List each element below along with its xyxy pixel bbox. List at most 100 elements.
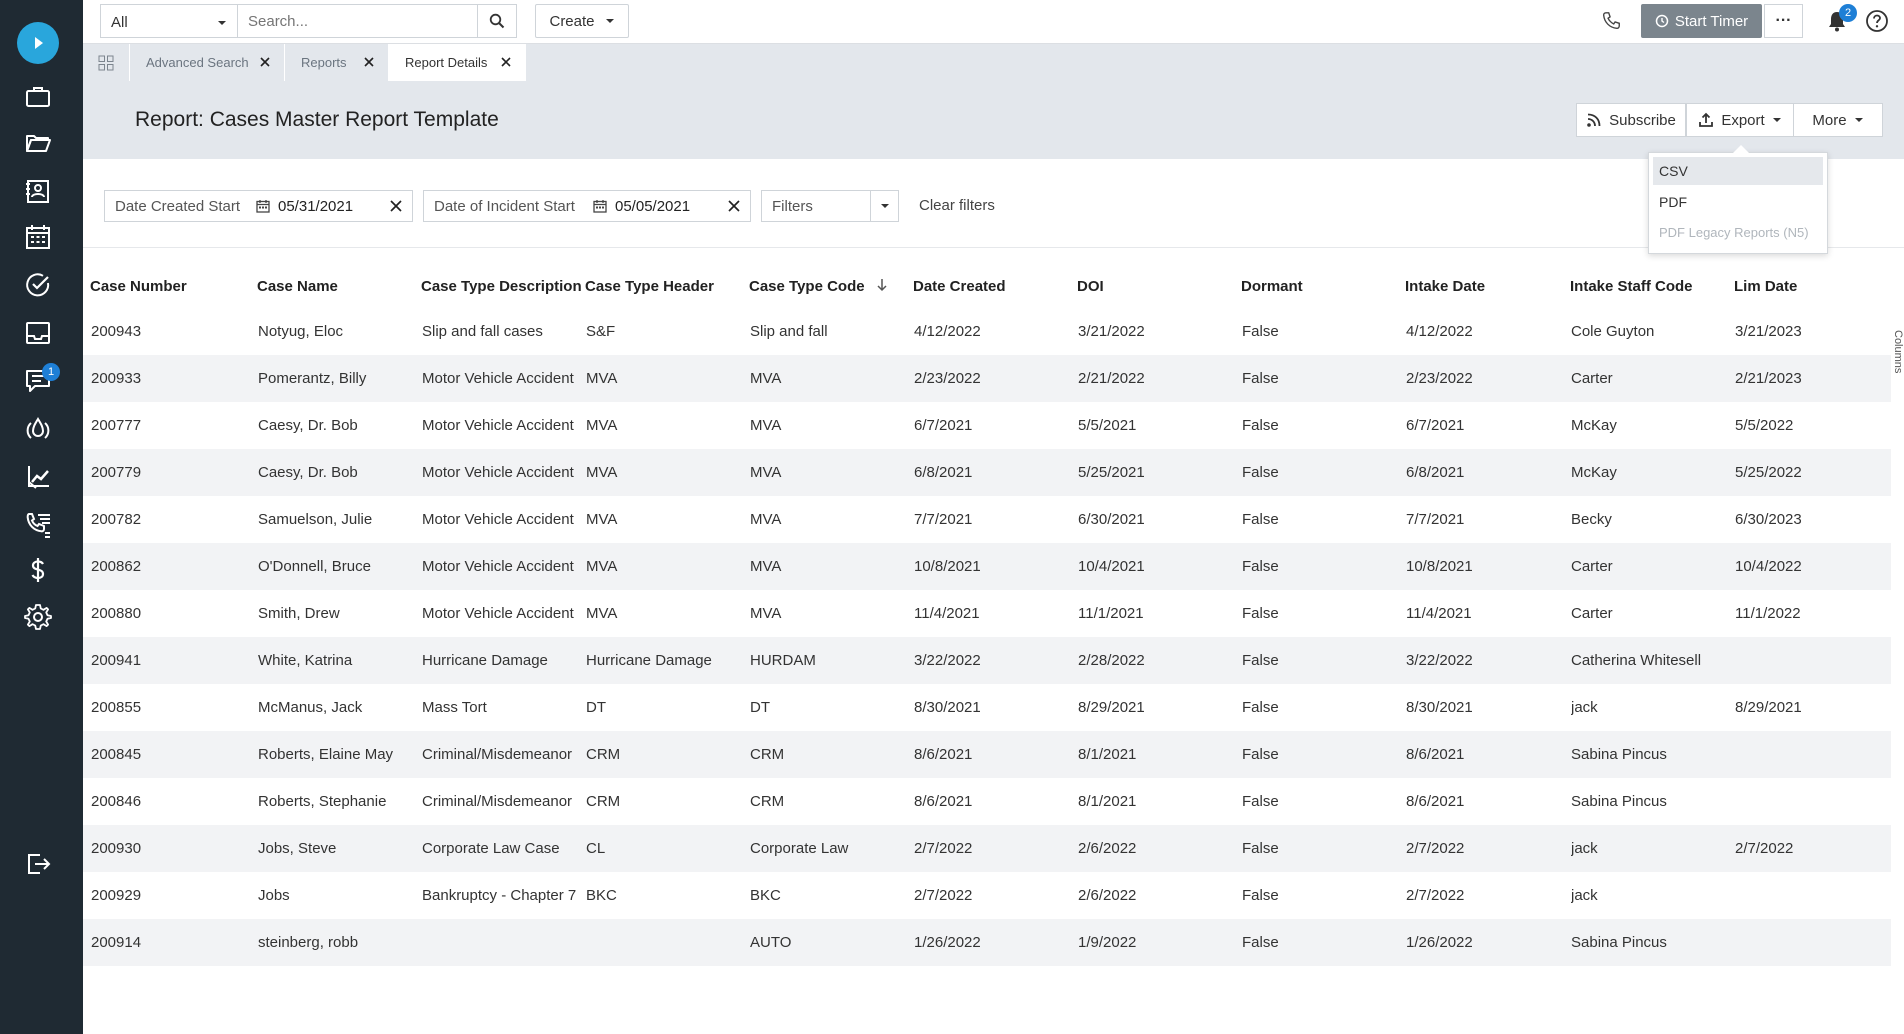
search-scope-value: All [111, 14, 128, 31]
close-icon[interactable] [499, 55, 513, 69]
date-created-start-value-wrap: 05/31/2021 [256, 198, 353, 215]
table-row[interactable]: 200846 Roberts, Stephanie Criminal/Misdeme… [83, 778, 1891, 825]
sidebar-item-phone-list[interactable] [0, 505, 76, 545]
table-row[interactable]: 200929 Jobs Bankruptcy - Chapter 7 BKC BKC 2/… [83, 872, 1891, 919]
close-icon[interactable] [362, 55, 376, 69]
logout-icon [28, 854, 51, 874]
table-cell: jack [1571, 840, 1598, 857]
column-header[interactable]: DOI [1077, 266, 1237, 313]
table-row[interactable]: 200914 steinberg, robb AUTO 1/26/2022 1/9/20… [83, 919, 1891, 966]
phone-icon[interactable] [1600, 10, 1622, 37]
columns-panel-tab[interactable]: Columns [1893, 330, 1904, 406]
column-header[interactable]: Case Type Description [421, 266, 583, 313]
clear-date-created-icon[interactable] [388, 198, 404, 214]
export-csv-option[interactable]: CSV [1653, 157, 1823, 185]
filters-select[interactable]: Filters [761, 190, 899, 222]
tab-advanced-search[interactable]: Advanced Search [130, 44, 285, 81]
table-cell: 200943 [91, 323, 142, 340]
clear-date-of-incident-icon[interactable] [726, 198, 742, 214]
table-cell: McManus, Jack [258, 699, 363, 716]
sidebar-item-contact-card[interactable] [0, 171, 76, 211]
table-row[interactable]: 200943 Notyug, Eloc Slip and fall cases S&F… [83, 308, 1891, 355]
sidebar-item-inbox[interactable] [0, 313, 76, 353]
column-header[interactable]: Case Type Code [749, 266, 909, 313]
table-cell: Notyug, Eloc [258, 323, 344, 340]
column-header-label: Date Created [913, 278, 1006, 295]
table-cell: 2/7/2022 [1406, 887, 1465, 904]
column-header[interactable]: Case Name [257, 266, 417, 313]
play-logo-icon[interactable] [17, 22, 59, 64]
help-icon[interactable] [1865, 9, 1889, 38]
column-header[interactable]: Intake Staff Code [1570, 266, 1730, 313]
table-row[interactable]: 200933 Pomerantz, Billy Motor Vehicle Acci… [83, 355, 1891, 402]
column-header[interactable]: Case Type Header [585, 266, 745, 313]
search-scope-select[interactable]: All [100, 4, 237, 38]
export-pdf-option[interactable]: PDF [1653, 188, 1823, 216]
table-row[interactable]: 200880 Smith, Drew Motor Vehicle Accident M… [83, 590, 1891, 637]
table-cell: BKC [586, 887, 617, 904]
table-cell: CRM [586, 746, 621, 763]
column-header-label: Lim Date [1734, 278, 1798, 295]
export-button[interactable]: Export [1686, 103, 1794, 137]
more-options-button[interactable]: ··· [1764, 4, 1803, 38]
table-cell: MVA [750, 370, 782, 387]
table-cell: 200880 [91, 605, 142, 622]
tab-reports[interactable]: Reports [285, 44, 389, 81]
table-cell: 5/5/2021 [1078, 417, 1137, 434]
create-button[interactable]: Create [535, 4, 629, 38]
calendar-icon[interactable] [593, 199, 607, 213]
sidebar-item-drop[interactable] [0, 409, 76, 449]
start-timer-label: Start Timer [1674, 12, 1749, 30]
caret-down-icon [605, 19, 614, 23]
table-cell: 200845 [91, 746, 142, 763]
table-cell: 2/7/2022 [914, 887, 973, 904]
sidebar-item-gear[interactable] [0, 597, 76, 637]
table-row[interactable]: 200855 McManus, Jack Mass Tort DT DT 8/30/202… [83, 684, 1891, 731]
clear-filters-link[interactable]: Clear filters [919, 197, 995, 214]
more-button[interactable]: More [1793, 103, 1883, 137]
grid-icon[interactable] [83, 44, 130, 81]
table-cell: 200930 [91, 840, 142, 857]
column-header[interactable]: Case Number [90, 266, 250, 313]
sidebar-item-check-circle[interactable] [0, 265, 76, 305]
table-cell: 2/28/2022 [1078, 652, 1145, 669]
table-row[interactable]: 200779 Caesy, Dr. Bob Motor Vehicle Accide… [83, 449, 1891, 496]
subscribe-button[interactable]: Subscribe [1576, 103, 1686, 137]
date-created-start-field[interactable]: Date Created Start 05/31/2021 [104, 190, 413, 222]
table-cell: 10/4/2021 [1078, 558, 1145, 575]
table-cell: 6/30/2023 [1735, 511, 1802, 528]
sidebar-item-dollar[interactable] [0, 550, 76, 590]
sidebar-item-briefcase[interactable] [0, 77, 76, 117]
tab-report-details[interactable]: Report Details [389, 44, 526, 81]
search-button[interactable] [478, 4, 517, 38]
table-row[interactable]: 200862 O'Donnell, Bruce Motor Vehicle Acci… [83, 543, 1891, 590]
column-header[interactable]: Lim Date [1734, 266, 1884, 313]
sort-arrow-down-icon[interactable] [875, 277, 889, 293]
subscribe-label: Subscribe [1609, 111, 1676, 129]
column-header[interactable]: Dormant [1241, 266, 1401, 313]
table-row[interactable]: 200941 White, Katrina Hurricane Damage Hurr… [83, 637, 1891, 684]
close-icon[interactable] [258, 55, 272, 69]
column-header[interactable]: Intake Date [1405, 266, 1565, 313]
start-timer-button[interactable]: Start Timer [1641, 4, 1762, 38]
date-of-incident-start-field[interactable]: Date of Incident Start 05/05/2021 [423, 190, 751, 222]
sidebar-item-chat[interactable]: 1 [0, 360, 76, 400]
table-cell: Slip and fall [750, 323, 828, 340]
calendar-icon[interactable] [256, 199, 270, 213]
sidebar-item-logout[interactable] [0, 844, 76, 884]
folder-open-icon [26, 135, 51, 152]
search-input[interactable] [237, 4, 478, 38]
table-cell: Pomerantz, Billy [258, 370, 367, 387]
table-row[interactable]: 200777 Caesy, Dr. Bob Motor Vehicle Accide… [83, 402, 1891, 449]
sidebar-item-chart-hand[interactable] [0, 457, 76, 497]
table-cell: MVA [586, 558, 618, 575]
column-header[interactable]: Date Created [913, 266, 1073, 313]
table-cell: 11/1/2022 [1735, 605, 1801, 622]
table-row[interactable]: 200782 Samuelson, Julie Motor Vehicle Acci… [83, 496, 1891, 543]
table-cell: False [1242, 370, 1279, 387]
sidebar-item-folder-open[interactable] [0, 123, 76, 163]
table-row[interactable]: 200930 Jobs, Steve Corporate Law Case CL Cor… [83, 825, 1891, 872]
sidebar-item-calendar[interactable] [0, 217, 76, 257]
search-icon [489, 13, 505, 29]
table-row[interactable]: 200845 Roberts, Elaine May Criminal/Misdem… [83, 731, 1891, 778]
